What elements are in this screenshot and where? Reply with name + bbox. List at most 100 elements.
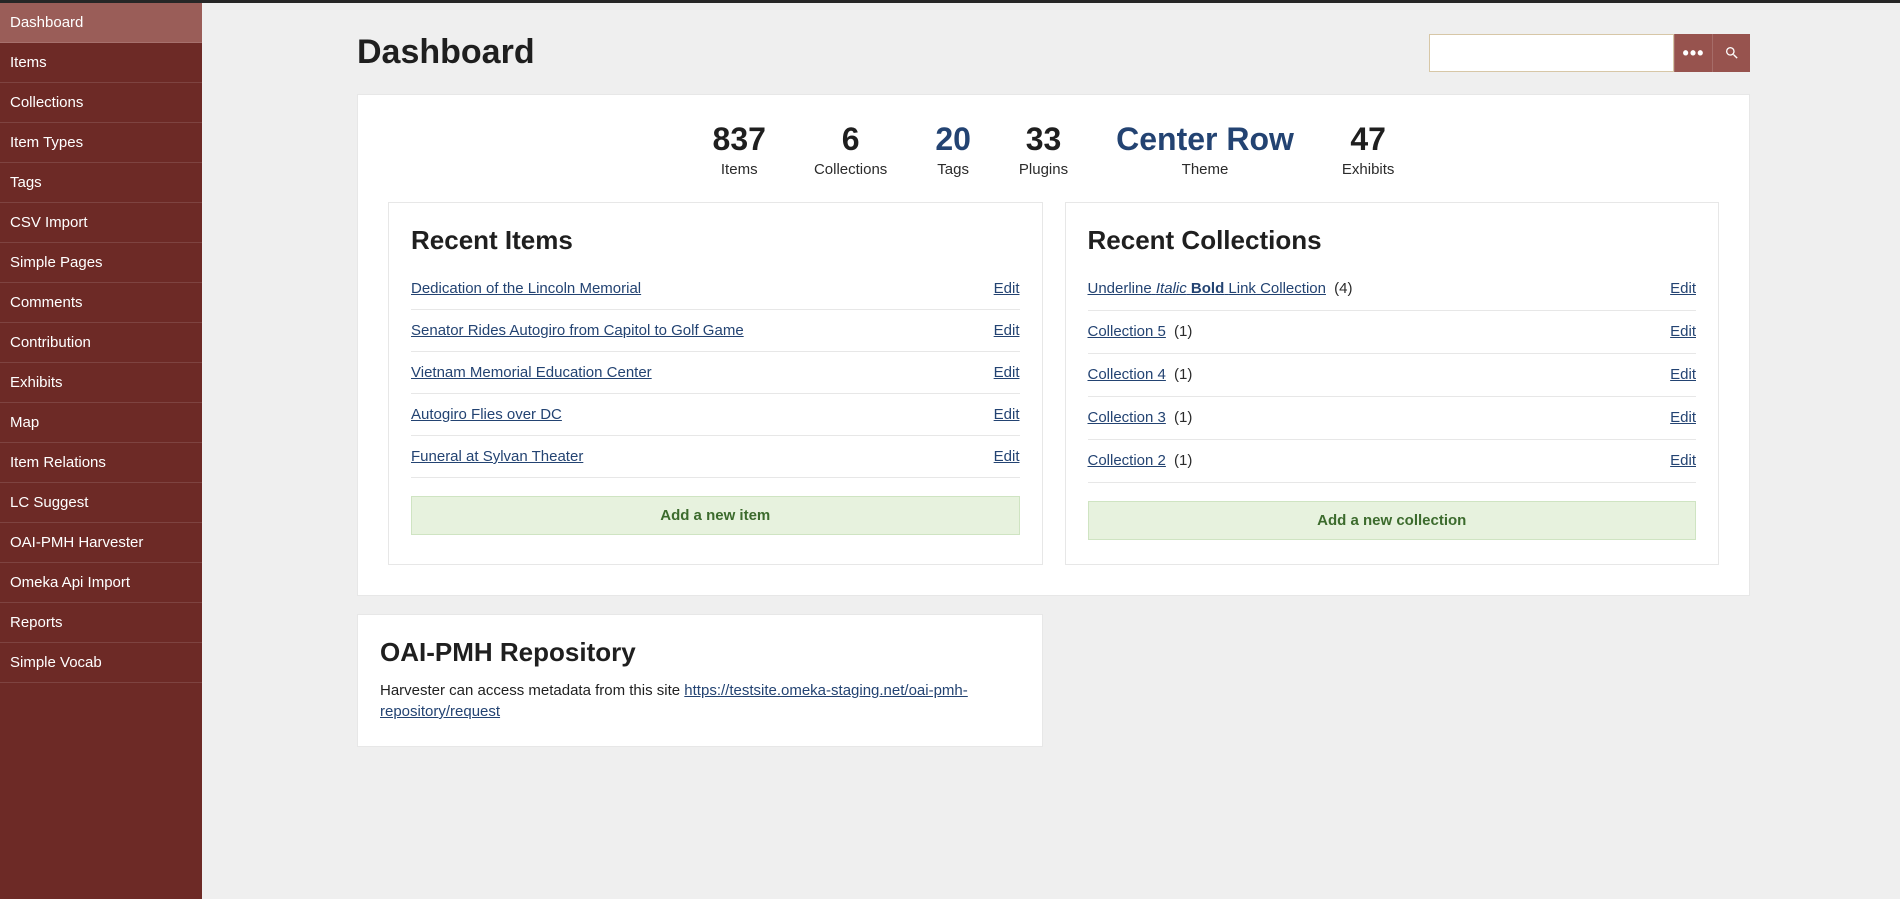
item-link[interactable]: Funeral at Sylvan Theater (411, 448, 583, 465)
edit-link[interactable]: Edit (1670, 409, 1696, 426)
stat-exhibits-value: 47 (1342, 123, 1395, 155)
item-link[interactable]: Dedication of the Lincoln Memorial (411, 280, 641, 297)
stat-tags[interactable]: 20 Tags (935, 123, 971, 178)
collection-link[interactable]: Collection 5 (1088, 323, 1166, 340)
edit-link[interactable]: Edit (994, 322, 1020, 339)
list-item: Collection 4 (1) Edit (1088, 354, 1697, 397)
item-link[interactable]: Autogiro Flies over DC (411, 406, 562, 423)
sidebar-item-label[interactable]: LC Suggest (0, 483, 202, 522)
sidebar-item-label[interactable]: Item Relations (0, 443, 202, 482)
stat-plugins-label: Plugins (1019, 161, 1068, 178)
edit-link[interactable]: Edit (994, 448, 1020, 465)
stat-collections-value: 6 (814, 123, 887, 155)
sidebar-item-label[interactable]: Map (0, 403, 202, 442)
sidebar-item-label[interactable]: Simple Vocab (0, 643, 202, 682)
sidebar-item-dashboard[interactable]: Dashboard (0, 3, 202, 43)
stat-tags-label: Tags (935, 161, 971, 178)
collection-count: (4) (1330, 280, 1353, 297)
sidebar-item-label[interactable]: Exhibits (0, 363, 202, 402)
sidebar-item-contribution[interactable]: Contribution (0, 323, 202, 363)
sidebar-item-label[interactable]: Tags (0, 163, 202, 202)
sidebar-item-item-relations[interactable]: Item Relations (0, 443, 202, 483)
recent-items-panel: Recent Items Dedication of the Lincoln M… (388, 202, 1043, 565)
item-link[interactable]: Vietnam Memorial Education Center (411, 364, 652, 381)
sidebar-item-csv-import[interactable]: CSV Import (0, 203, 202, 243)
collection-link[interactable]: Collection 2 (1088, 452, 1166, 469)
collection-link[interactable]: Collection 4 (1088, 366, 1166, 383)
oai-text-prefix: Harvester can access metadata from this … (380, 682, 684, 699)
sidebar-item-label[interactable]: CSV Import (0, 203, 202, 242)
content-wrap: 837 Items 6 Collections 20 Tags 33 Plugi… (202, 94, 1900, 787)
edit-link[interactable]: Edit (1670, 452, 1696, 469)
sidebar-item-items[interactable]: Items (0, 43, 202, 83)
list-item: Collection 3 (1) Edit (1088, 397, 1697, 440)
list-item: Senator Rides Autogiro from Capitol to G… (411, 310, 1020, 352)
stat-collections-label: Collections (814, 161, 887, 178)
sidebar-item-label[interactable]: OAI-PMH Harvester (0, 523, 202, 562)
page-title: Dashboard (357, 33, 535, 72)
sidebar-item-label[interactable]: Dashboard (0, 3, 202, 42)
stat-collections[interactable]: 6 Collections (814, 123, 887, 178)
collection-link[interactable]: Underline Italic Bold Link Collection (1088, 280, 1326, 297)
sidebar-item-item-types[interactable]: Item Types (0, 123, 202, 163)
stat-items[interactable]: 837 Items (713, 123, 766, 178)
sidebar-item-reports[interactable]: Reports (0, 603, 202, 643)
sidebar-item-label[interactable]: Contribution (0, 323, 202, 362)
list-item: Collection 2 (1) Edit (1088, 440, 1697, 483)
sidebar-item-label[interactable]: Comments (0, 283, 202, 322)
edit-link[interactable]: Edit (994, 406, 1020, 423)
stat-plugins[interactable]: 33 Plugins (1019, 123, 1068, 178)
collection-count: (1) (1170, 409, 1193, 426)
list-item: Vietnam Memorial Education Center Edit (411, 352, 1020, 394)
collection-count: (1) (1170, 323, 1193, 340)
recent-collections-panel: Recent Collections Underline Italic Bold… (1065, 202, 1720, 565)
oai-heading: OAI-PMH Repository (380, 637, 1020, 668)
sidebar-item-oai-pmh-harvester[interactable]: OAI-PMH Harvester (0, 523, 202, 563)
sidebar-item-label[interactable]: Omeka Api Import (0, 563, 202, 602)
list-item: Autogiro Flies over DC Edit (411, 394, 1020, 436)
collection-count: (1) (1170, 366, 1193, 383)
stat-exhibits-label: Exhibits (1342, 161, 1395, 178)
sidebar-item-comments[interactable]: Comments (0, 283, 202, 323)
edit-link[interactable]: Edit (1670, 323, 1696, 340)
edit-link[interactable]: Edit (1670, 280, 1696, 297)
add-new-item-button[interactable]: Add a new item (411, 496, 1020, 535)
search-submit-button[interactable] (1712, 34, 1750, 72)
sidebar-item-label[interactable]: Simple Pages (0, 243, 202, 282)
sidebar-item-simple-pages[interactable]: Simple Pages (0, 243, 202, 283)
collection-link[interactable]: Collection 3 (1088, 409, 1166, 426)
edit-link[interactable]: Edit (1670, 366, 1696, 383)
search-icon (1724, 45, 1740, 61)
panels: Recent Items Dedication of the Lincoln M… (388, 202, 1719, 565)
stat-plugins-value: 33 (1019, 123, 1068, 155)
sidebar-item-lc-suggest[interactable]: LC Suggest (0, 483, 202, 523)
list-item: Dedication of the Lincoln Memorial Edit (411, 268, 1020, 310)
sidebar-item-label[interactable]: Reports (0, 603, 202, 642)
sidebar-list: DashboardItemsCollectionsItem TypesTagsC… (0, 3, 202, 683)
search-input[interactable] (1429, 34, 1674, 72)
sidebar-item-tags[interactable]: Tags (0, 163, 202, 203)
list-item: Underline Italic Bold Link Collection (4… (1088, 268, 1697, 311)
search-options-button[interactable]: ••• (1674, 34, 1712, 72)
edit-link[interactable]: Edit (994, 364, 1020, 381)
sidebar-item-label[interactable]: Collections (0, 83, 202, 122)
sidebar-item-exhibits[interactable]: Exhibits (0, 363, 202, 403)
sidebar-item-map[interactable]: Map (0, 403, 202, 443)
sidebar-nav: DashboardItemsCollectionsItem TypesTagsC… (0, 3, 202, 899)
stat-exhibits[interactable]: 47 Exhibits (1342, 123, 1395, 178)
oai-panel: OAI-PMH Repository Harvester can access … (357, 614, 1043, 747)
stats-row: 837 Items 6 Collections 20 Tags 33 Plugi… (388, 123, 1719, 178)
item-link[interactable]: Senator Rides Autogiro from Capitol to G… (411, 322, 744, 339)
sidebar-item-collections[interactable]: Collections (0, 83, 202, 123)
add-new-collection-button[interactable]: Add a new collection (1088, 501, 1697, 540)
sidebar-item-label[interactable]: Item Types (0, 123, 202, 162)
sidebar-item-simple-vocab[interactable]: Simple Vocab (0, 643, 202, 683)
sidebar-item-label[interactable]: Items (0, 43, 202, 82)
sidebar-item-omeka-api-import[interactable]: Omeka Api Import (0, 563, 202, 603)
main-area: Dashboard ••• 837 Items 6 (202, 3, 1900, 899)
stat-theme[interactable]: Center Row Theme (1116, 123, 1294, 178)
topbar: Dashboard ••• (202, 3, 1900, 94)
edit-link[interactable]: Edit (994, 280, 1020, 297)
stat-items-label: Items (713, 161, 766, 178)
collection-count: (1) (1170, 452, 1193, 469)
